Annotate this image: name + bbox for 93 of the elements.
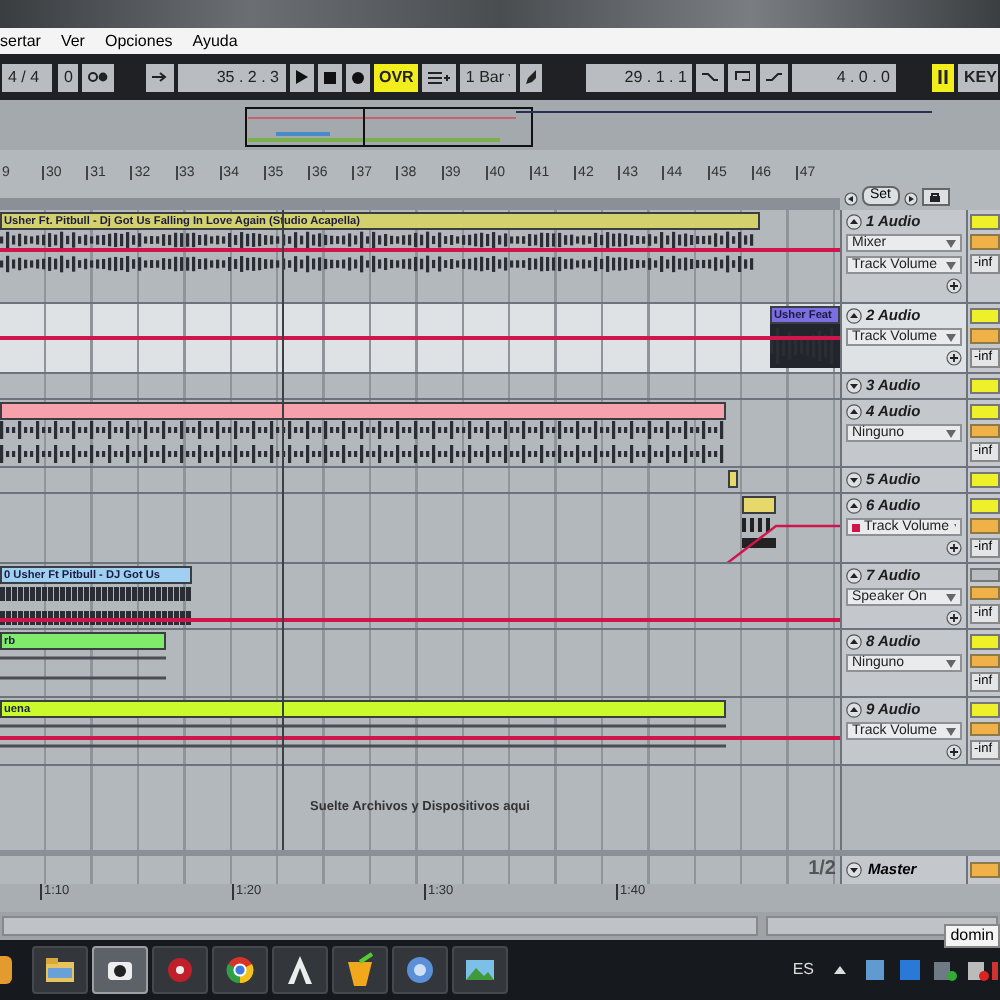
plus-icon[interactable] (946, 278, 962, 294)
audio-clip[interactable] (0, 402, 726, 420)
collapse-up-icon[interactable] (846, 214, 862, 230)
record-icon (351, 71, 363, 83)
plus-icon[interactable] (946, 350, 962, 366)
music-icon (402, 952, 438, 988)
punch-out-icon (766, 72, 783, 82)
plus-icon[interactable] (946, 540, 962, 556)
arrow-right-icon (152, 72, 168, 82)
loop-button[interactable] (728, 63, 757, 91)
language-indicator[interactable]: ES (792, 958, 814, 982)
menu-button[interactable] (421, 63, 456, 91)
punch-in-button[interactable] (696, 63, 725, 91)
metronome-dots-icon (88, 72, 108, 82)
show-hidden-icons-icon[interactable] (834, 966, 846, 974)
start-orb-icon[interactable] (0, 956, 12, 984)
plus-icon[interactable] (946, 744, 962, 760)
record-button[interactable] (345, 63, 369, 91)
caret-icon (946, 239, 956, 247)
track-activator[interactable] (970, 634, 1000, 649)
menu-item[interactable]: sertar (0, 29, 41, 53)
track-activator[interactable] (970, 214, 1000, 230)
lock-icon (930, 192, 941, 202)
track-activator[interactable] (970, 378, 1000, 394)
loop-start-field[interactable]: 29 . 1 . 1 (585, 63, 693, 91)
song-position-field[interactable]: 35 . 2 . 3 (178, 63, 285, 91)
collapse-down-icon[interactable] (846, 378, 862, 394)
loop-length-field[interactable]: 4 . 0 . 0 (792, 63, 896, 91)
collapse-down-icon[interactable] (846, 472, 862, 488)
play-button[interactable] (289, 63, 313, 91)
lock-button[interactable] (921, 188, 950, 206)
draw-mode-button[interactable] (519, 63, 542, 91)
key-map-button[interactable]: KEY (958, 63, 998, 91)
collapse-up-icon[interactable] (846, 634, 862, 650)
waveform-drawing (742, 514, 776, 550)
play-icon (295, 70, 307, 84)
punch-in-icon (702, 72, 719, 82)
menu-item[interactable]: Opciones (104, 29, 173, 53)
metronome-button[interactable] (82, 63, 114, 91)
collapse-up-icon[interactable] (846, 568, 862, 584)
track-activator[interactable] (970, 498, 1000, 514)
quantize-dropdown[interactable]: 1 Bar (459, 63, 516, 91)
caret-icon (946, 333, 956, 341)
tray-icons-drawing[interactable] (866, 958, 998, 982)
stop-icon (323, 71, 335, 83)
caret-icon (946, 593, 956, 601)
track-activator[interactable] (970, 308, 1000, 324)
automation-line (726, 520, 840, 562)
menu-item[interactable]: Ayuda (192, 29, 238, 53)
fruit-taskbar-button[interactable] (332, 946, 388, 994)
overdub-button[interactable]: OVR (373, 63, 417, 91)
fruit-icon (342, 952, 378, 988)
midi-indicator-button[interactable] (932, 63, 954, 91)
punch-out-button[interactable] (760, 63, 789, 91)
folder-taskbar-button[interactable] (32, 946, 88, 994)
globe-icon (222, 952, 258, 988)
menu-icon (427, 71, 449, 83)
stop-button[interactable] (317, 63, 341, 91)
music-taskbar-button[interactable] (392, 946, 448, 994)
track-activator[interactable] (970, 568, 1000, 582)
time-signature[interactable]: 4 / 4 (2, 63, 52, 91)
follow-button[interactable] (146, 63, 174, 91)
globe-taskbar-button[interactable] (212, 946, 268, 994)
pencil-icon (525, 70, 536, 84)
track-activator[interactable] (970, 702, 1000, 717)
audio-clip[interactable] (728, 470, 738, 488)
peak-taskbar-button[interactable] (272, 946, 328, 994)
audio-clip[interactable] (742, 496, 776, 514)
caret-icon (946, 261, 956, 269)
menu-item[interactable]: Ver (60, 29, 85, 53)
track-activator[interactable] (970, 404, 1000, 419)
collapse-down-icon[interactable] (846, 862, 862, 878)
caret-icon (946, 429, 956, 437)
page-indicator: 1/2 (808, 860, 836, 880)
folder-icon (42, 952, 78, 988)
disc-icon (162, 952, 198, 988)
tooltip: domin (944, 924, 1000, 948)
count-in-field[interactable]: 0 (58, 63, 78, 91)
plus-icon[interactable] (946, 610, 962, 626)
caret-icon (946, 727, 956, 735)
collapse-up-icon[interactable] (846, 308, 862, 324)
loop-icon (734, 70, 751, 84)
caret-icon (946, 659, 956, 667)
collapse-up-icon[interactable] (846, 404, 862, 420)
peak-icon (282, 952, 318, 988)
collapse-up-icon[interactable] (846, 702, 862, 718)
double-bar-icon (938, 70, 948, 84)
next-locator-icon[interactable] (903, 192, 918, 206)
previous-locator-icon[interactable] (844, 192, 858, 206)
landscape-taskbar-button[interactable] (452, 946, 508, 994)
track-activator[interactable] (970, 472, 1000, 488)
collapse-up-icon[interactable] (846, 498, 862, 514)
camera-taskbar-button[interactable] (92, 946, 148, 994)
